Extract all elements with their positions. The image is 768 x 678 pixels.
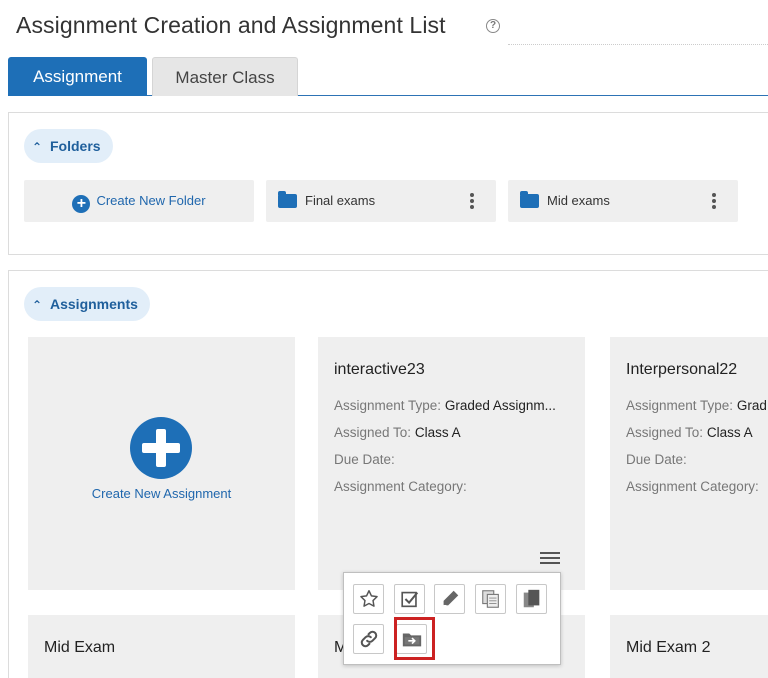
tab-master-class[interactable]: Master Class bbox=[152, 57, 298, 96]
assignment-category: Assignment Category: bbox=[626, 479, 759, 494]
assignment-actions-popup bbox=[343, 572, 561, 665]
folder-icon bbox=[520, 191, 539, 208]
chevron-up-icon: ⌃ bbox=[32, 140, 43, 154]
kebab-menu-icon[interactable] bbox=[712, 193, 716, 209]
documents-icon bbox=[523, 589, 539, 608]
assigned-to: Assigned To: Class A bbox=[626, 425, 753, 440]
due-date: Due Date: bbox=[626, 452, 687, 467]
add-circle-icon: + bbox=[72, 195, 91, 213]
create-new-folder-button[interactable]: + Create New Folder bbox=[24, 180, 254, 222]
hamburger-menu-icon[interactable] bbox=[540, 552, 560, 568]
help-icon[interactable]: ? bbox=[486, 19, 500, 33]
folders-section-toggle[interactable]: ⌃ Folders bbox=[24, 129, 113, 163]
page-title: Assignment Creation and Assignment List bbox=[16, 12, 446, 38]
highlight-box bbox=[394, 617, 435, 660]
assignment-type: Assignment Type: Grad bbox=[626, 398, 767, 413]
pencil-icon bbox=[443, 590, 458, 606]
duplicate-button[interactable] bbox=[516, 584, 547, 614]
assignment-title: Mid Exam bbox=[44, 639, 116, 656]
title-divider bbox=[508, 44, 768, 45]
grade-button[interactable] bbox=[394, 584, 425, 614]
create-new-assignment-label: Create New Assignment bbox=[91, 486, 232, 501]
assignment-card[interactable]: Mid Exam bbox=[28, 615, 295, 678]
star-icon bbox=[359, 590, 378, 607]
tab-bar: Assignment Master Class bbox=[8, 57, 768, 96]
assignment-title: Interpersonal22 bbox=[626, 361, 738, 378]
assignment-title: interactive23 bbox=[334, 361, 425, 378]
folder-item[interactable]: Final exams bbox=[266, 180, 496, 222]
folder-icon bbox=[278, 191, 297, 208]
folders-section-label: Folders bbox=[50, 138, 101, 154]
assignments-section-toggle[interactable]: ⌃ Assignments bbox=[24, 287, 150, 321]
assigned-to: Assigned To: Class A bbox=[334, 425, 461, 440]
assignment-title: Mid Exam 2 bbox=[626, 639, 711, 656]
link-icon bbox=[360, 630, 377, 648]
favorite-button[interactable] bbox=[353, 584, 384, 614]
chevron-up-icon: ⌃ bbox=[32, 298, 43, 312]
assignment-category: Assignment Category: bbox=[334, 479, 467, 494]
edit-button[interactable] bbox=[434, 584, 465, 614]
copy-button[interactable] bbox=[475, 584, 506, 614]
add-circle-icon bbox=[130, 417, 192, 479]
folder-name: Mid exams bbox=[547, 193, 610, 208]
copy-icon bbox=[481, 590, 499, 608]
tab-assignment[interactable]: Assignment bbox=[8, 57, 147, 96]
due-date: Due Date: bbox=[334, 452, 395, 467]
assignment-card[interactable]: Interpersonal22 Assignment Type: Grad As… bbox=[610, 337, 768, 590]
folder-name: Final exams bbox=[305, 193, 376, 208]
kebab-menu-icon[interactable] bbox=[470, 193, 474, 209]
assignment-card[interactable]: Mid Exam 2 bbox=[610, 615, 768, 678]
assignment-type: Assignment Type: Graded Assignm... bbox=[334, 398, 556, 413]
assignments-section-label: Assignments bbox=[50, 296, 138, 312]
create-new-folder-label: Create New Folder bbox=[96, 193, 206, 208]
assignment-card[interactable]: interactive23 Assignment Type: Graded As… bbox=[318, 337, 585, 590]
share-link-button[interactable] bbox=[353, 624, 384, 654]
checkbox-icon bbox=[400, 591, 418, 608]
folder-item[interactable]: Mid exams bbox=[508, 180, 738, 222]
create-new-assignment-card[interactable]: Create New Assignment bbox=[28, 337, 295, 590]
